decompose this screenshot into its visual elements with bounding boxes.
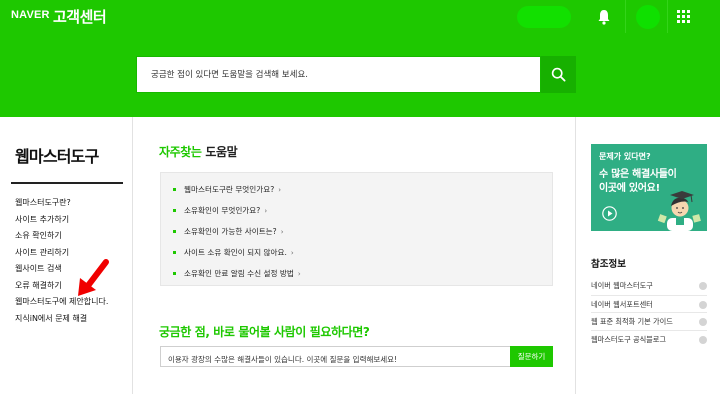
play-icon[interactable]: [602, 206, 617, 221]
bell-icon[interactable]: [597, 9, 611, 25]
grid-icon[interactable]: [677, 10, 690, 23]
faq-item-label: 소유확인 만료 알림 수신 설정 방법: [184, 268, 294, 278]
references-title: 참조정보: [591, 259, 626, 270]
question-box: [160, 346, 512, 369]
arrow-circle-icon: [699, 335, 707, 344]
search-box: [136, 56, 541, 93]
faq-item[interactable]: 웹마스터도구란 무엇인가요? ›: [173, 179, 301, 200]
bullet-icon: [173, 272, 176, 275]
right-sidebar: 문제가 있다면? 수 많은 해결사들이 이곳에 있어요! 참조정보 네이버 웹마…: [575, 117, 720, 394]
person-illustration-icon: [657, 191, 701, 231]
arrow-circle-icon: [699, 300, 707, 309]
chevron-right-icon: ›: [290, 248, 294, 257]
arrow-circle-icon: [699, 282, 707, 290]
sidebar-item-intro[interactable]: 웹마스터도구란?: [15, 195, 108, 212]
faq-list-box: 웹마스터도구란 무엇인가요? › 소유확인이 무엇인가요? › 소유확인이 가능한 …: [160, 172, 553, 286]
sidebar-divider: [11, 182, 123, 184]
faq-title: 자주찾는 도움말: [159, 143, 238, 160]
naver-logo[interactable]: NAVER: [11, 9, 50, 21]
kin-banner[interactable]: 문제가 있다면? 수 많은 해결사들이 이곳에 있어요!: [591, 144, 707, 231]
bullet-icon: [173, 188, 176, 191]
reference-link-label: 네이버 웹서포트센터: [591, 299, 653, 309]
banner-text-line: 이곳에 있어요!: [599, 183, 660, 194]
faq-title-rest: 도움말: [201, 145, 238, 159]
chevron-right-icon: ›: [280, 227, 284, 236]
annotation-arrow-icon: [78, 259, 109, 296]
faq-item[interactable]: 소유확인 만료 알림 수신 설정 방법 ›: [173, 263, 301, 284]
header-divider: [625, 0, 626, 33]
search-area: [0, 33, 720, 117]
faq-item-label: 소유확인이 무엇인가요?: [184, 205, 261, 215]
faq-list: 웹마스터도구란 무엇인가요? › 소유확인이 무엇인가요? › 소유확인이 가능한 …: [173, 179, 301, 284]
reference-link[interactable]: 웹 표준 최적화 기본 가이드: [591, 312, 707, 330]
bullet-icon: [173, 230, 176, 233]
search-input[interactable]: [137, 57, 540, 92]
banner-text-line: 수 많은 해결사들이: [599, 169, 677, 180]
reference-link-label: 웹 표준 최적화 기본 가이드: [591, 317, 673, 326]
reference-link[interactable]: 웹마스터도구 공식블로그: [591, 329, 707, 348]
faq-item-label: 웹마스터도구란 무엇인가요?: [184, 184, 275, 194]
top-navigation-bar: NAVER 고객센터: [0, 0, 720, 33]
sidebar-title: 웹마스터도구: [15, 147, 99, 166]
chevron-right-icon: ›: [297, 269, 301, 278]
sidebar-item-kin[interactable]: 지식iN에서 문제 해결: [15, 311, 108, 328]
arrow-circle-icon: [699, 318, 707, 326]
sidebar: 웹마스터도구 웹마스터도구란? 사이트 추가하기 소유 확인하기 사이트 관리하…: [0, 117, 133, 394]
redacted-user-info[interactable]: [517, 6, 571, 28]
faq-item-label: 소유확인이 가능한 사이트는?: [184, 226, 277, 236]
faq-title-highlight: 자주찾는: [159, 145, 202, 159]
sidebar-item-add-site[interactable]: 사이트 추가하기: [15, 212, 108, 229]
ask-question-button[interactable]: 질문하기: [510, 346, 553, 367]
chevron-right-icon: ›: [264, 206, 268, 215]
search-icon: [551, 67, 566, 82]
question-input[interactable]: [161, 350, 511, 369]
search-button[interactable]: [541, 56, 576, 93]
faq-item[interactable]: 소유확인이 무엇인가요? ›: [173, 200, 301, 221]
reference-link-label: 웹마스터도구 공식블로그: [591, 334, 667, 344]
reference-link[interactable]: 네이버 웹서포트센터: [591, 294, 707, 313]
chevron-right-icon: ›: [278, 185, 282, 194]
faq-item-label: 사이트 소유 확인이 되지 않아요.: [184, 247, 287, 257]
reference-link-label: 네이버 웹마스터도구: [591, 281, 653, 290]
reference-link[interactable]: 네이버 웹마스터도구: [591, 277, 707, 295]
faq-item[interactable]: 소유확인이 가능한 사이트는? ›: [173, 221, 301, 242]
avatar[interactable]: [636, 5, 660, 29]
references-list: 네이버 웹마스터도구 네이버 웹서포트센터 웹 표준 최적화 기본 가이드 웹마…: [591, 277, 707, 347]
header-divider: [667, 0, 668, 33]
main-content: 자주찾는 도움말 웹마스터도구란 무엇인가요? › 소유확인이 무엇인가요? › 소…: [133, 117, 575, 394]
sidebar-item-verify-ownership[interactable]: 소유 확인하기: [15, 228, 108, 245]
bullet-icon: [173, 209, 176, 212]
faq-item[interactable]: 사이트 소유 확인이 되지 않아요. ›: [173, 242, 301, 263]
banner-headline: 문제가 있다면?: [599, 152, 651, 161]
bullet-icon: [173, 251, 176, 254]
question-title: 궁금한 점, 바로 물어볼 사람이 필요하다면?: [159, 325, 370, 339]
service-title[interactable]: 고객센터: [53, 6, 107, 27]
